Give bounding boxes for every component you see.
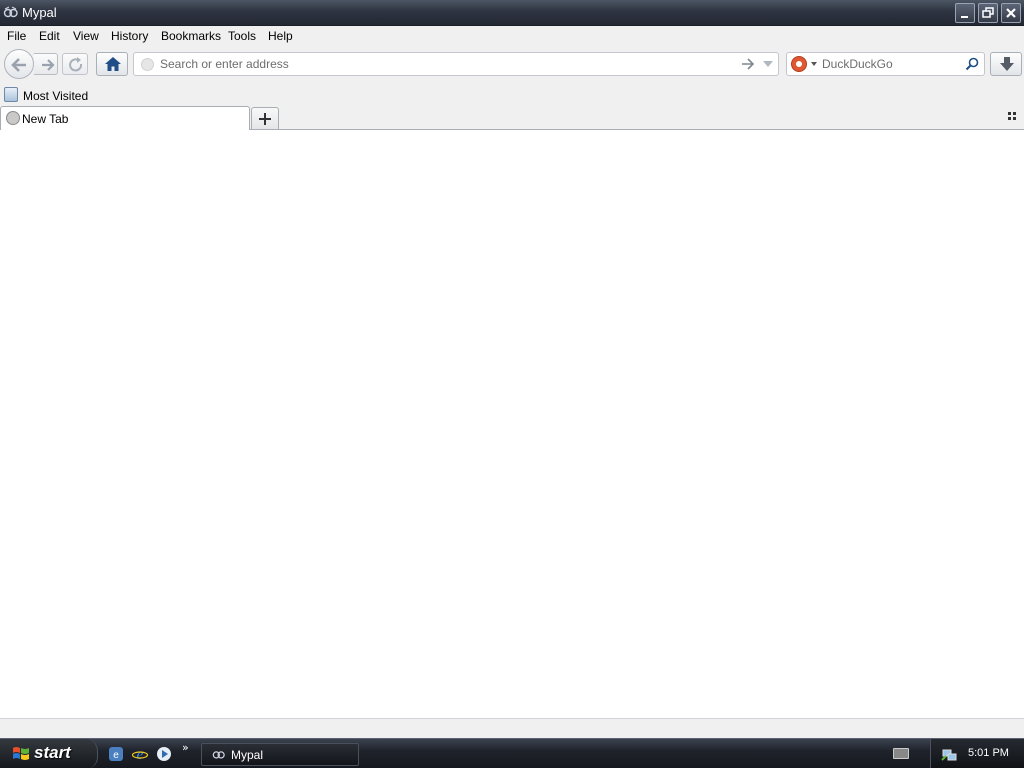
restore-button[interactable] xyxy=(978,3,998,23)
minimize-icon xyxy=(961,16,968,18)
menu-file[interactable]: File xyxy=(7,29,26,43)
menu-help[interactable]: Help xyxy=(268,29,293,43)
mypal-app-icon xyxy=(3,6,18,18)
taskbar-item-mypal[interactable]: Mypal xyxy=(201,743,359,766)
bookmark-label: Most Visited xyxy=(23,89,89,103)
tab-label: New Tab xyxy=(22,112,69,126)
downloads-button[interactable] xyxy=(990,52,1022,76)
url-input[interactable] xyxy=(160,56,720,72)
start-label: start xyxy=(34,743,71,762)
page-content[interactable] xyxy=(0,130,1024,718)
search-input[interactable] xyxy=(822,56,962,72)
menu-edit[interactable]: Edit xyxy=(39,29,60,43)
menu-tools[interactable]: Tools xyxy=(228,29,256,43)
search-icon[interactable] xyxy=(965,57,979,71)
tab-strip: New Tab xyxy=(0,106,1024,130)
internet-explorer-icon[interactable]: e xyxy=(132,746,148,762)
quicklaunch-browser-icon[interactable]: e xyxy=(108,746,124,762)
duckduckgo-icon[interactable] xyxy=(791,56,807,72)
reload-button[interactable] xyxy=(62,53,88,75)
status-bar xyxy=(0,718,1024,738)
clock[interactable]: 5:01 PM xyxy=(968,747,1009,759)
new-tab-button[interactable] xyxy=(251,107,279,129)
reload-icon xyxy=(69,57,83,72)
globe-icon xyxy=(6,111,20,125)
menu-bar: File Edit View History Bookmarks Tools H… xyxy=(0,26,1024,46)
taskbar: start e e » Mypal 5:01 PM xyxy=(0,738,1024,768)
close-icon xyxy=(1006,8,1016,18)
most-visited-icon xyxy=(4,87,18,102)
task-label: Mypal xyxy=(231,748,264,762)
title-bar[interactable]: Mypal xyxy=(0,0,1024,26)
engine-dropdown-icon[interactable] xyxy=(811,62,817,66)
navigation-toolbar xyxy=(0,46,1024,84)
network-icon[interactable] xyxy=(941,746,957,762)
window-title: Mypal xyxy=(22,5,57,20)
home-button[interactable] xyxy=(96,52,128,76)
start-button[interactable]: start xyxy=(0,739,98,768)
tab-new-tab[interactable]: New Tab xyxy=(0,106,250,130)
bookmarks-toolbar: Most Visited xyxy=(0,84,1024,106)
forward-button[interactable] xyxy=(34,53,58,75)
plus-icon xyxy=(259,113,271,125)
svg-text:e: e xyxy=(113,750,119,761)
list-all-tabs-icon[interactable] xyxy=(1008,112,1018,122)
media-player-icon[interactable] xyxy=(156,746,172,762)
address-bar[interactable] xyxy=(133,52,779,76)
menu-bookmarks[interactable]: Bookmarks xyxy=(161,29,221,43)
system-tray: 5:01 PM xyxy=(930,739,1024,768)
mypal-task-icon xyxy=(212,751,225,759)
go-arrow-icon[interactable] xyxy=(740,57,756,71)
history-dropdown-icon[interactable] xyxy=(762,60,774,68)
menu-view[interactable]: View xyxy=(73,29,99,43)
search-bar[interactable] xyxy=(786,52,985,76)
home-icon xyxy=(105,57,121,71)
site-identity-icon xyxy=(141,58,154,71)
back-arrow-icon xyxy=(11,58,26,72)
restore-icon xyxy=(982,7,994,18)
svg-text:e: e xyxy=(137,747,144,762)
close-button[interactable] xyxy=(1001,3,1021,23)
minimize-button[interactable] xyxy=(955,3,975,23)
download-arrow-icon xyxy=(1000,57,1014,71)
windows-flag-icon xyxy=(13,747,29,760)
keyboard-icon[interactable] xyxy=(893,748,909,759)
back-button[interactable] xyxy=(4,49,34,79)
forward-arrow-icon xyxy=(42,59,55,71)
menu-history[interactable]: History xyxy=(111,29,148,43)
quicklaunch-more-icon[interactable]: » xyxy=(182,741,189,754)
